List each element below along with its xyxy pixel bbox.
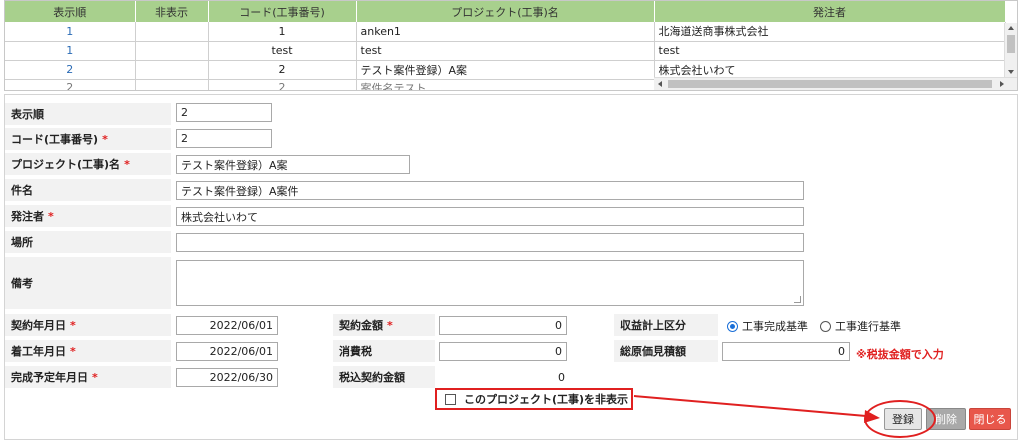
cell-project-name: anken1 <box>356 22 655 42</box>
cell-code: 2 <box>208 60 357 80</box>
scroll-thumb[interactable] <box>1007 35 1015 53</box>
label-contract-date: 契約年月日 * <box>5 314 171 336</box>
column-header-project-name[interactable]: プロジェクト(工事)名 <box>356 1 655 22</box>
cell-project-name: テスト案件登録）A案 <box>356 60 655 80</box>
cell-project-name: test <box>356 41 655 61</box>
radio-unselected-icon[interactable] <box>820 320 831 332</box>
label-project-name: プロジェクト(工事)名 * <box>5 153 171 175</box>
scroll-up-icon[interactable] <box>1008 26 1014 30</box>
scroll-left-icon[interactable] <box>658 81 662 87</box>
client-input[interactable]: 株式会社いわて <box>176 207 804 226</box>
column-header-code[interactable]: コード(工事番号) <box>208 1 357 22</box>
vertical-scrollbar[interactable] <box>1004 23 1017 77</box>
column-header-display-order[interactable]: 表示順 <box>5 1 136 22</box>
contract-amount-input[interactable]: 0 <box>439 316 567 335</box>
table-row[interactable]: 1 1 anken1 北海道送商事株式会社 <box>5 22 1006 42</box>
hide-project-label: このプロジェクト(工事)を非表示 <box>464 393 629 406</box>
delete-button[interactable]: 削除 <box>926 408 966 430</box>
required-mark: * <box>48 209 54 223</box>
table-row[interactable]: 1 test test test <box>5 41 1006 61</box>
completion-date-input[interactable]: 2022/06/30 <box>176 368 278 387</box>
scroll-right-icon[interactable] <box>1000 81 1004 87</box>
required-mark: * <box>70 344 76 358</box>
scroll-thumb[interactable] <box>668 80 992 88</box>
cell-code: test <box>208 41 357 61</box>
required-mark: * <box>102 132 108 146</box>
radio-completion-basis[interactable]: 工事完成基準 <box>727 318 808 334</box>
label-display-order: 表示順 <box>5 103 171 125</box>
save-button[interactable]: 登録 <box>884 408 922 430</box>
label-remarks: 備考 <box>5 257 171 309</box>
cell-client: test <box>654 41 1006 61</box>
close-button[interactable]: 閉じる <box>969 408 1011 430</box>
consumption-tax-input[interactable]: 0 <box>439 342 567 361</box>
required-mark: * <box>124 157 130 171</box>
label-subject: 件名 <box>5 179 171 201</box>
cell-hidden <box>135 79 209 90</box>
cell-display-order: 1 <box>5 41 136 61</box>
cell-hidden <box>135 41 209 61</box>
cell-project-name: 案件名テスト <box>356 79 655 90</box>
label-revenue-class: 収益計上区分 <box>614 314 718 336</box>
column-header-hidden[interactable]: 非表示 <box>135 1 209 22</box>
total-cost-estimate-input[interactable]: 0 <box>722 342 850 361</box>
label-code: コード(工事番号) * <box>5 128 171 150</box>
tax-exclusive-note: ※税抜金額で入力 <box>856 348 944 361</box>
required-mark: * <box>387 318 393 332</box>
cell-display-order: 2 <box>5 79 136 90</box>
label-start-date: 着工年月日 * <box>5 340 171 362</box>
label-consumption-tax: 消費税 <box>333 340 435 362</box>
label-client: 発注者 * <box>5 205 171 227</box>
tax-incl-amount-value: 0 <box>558 371 565 384</box>
label-location: 場所 <box>5 231 171 253</box>
cell-client: 北海道送商事株式会社 <box>654 22 1006 42</box>
cell-code: 2 <box>208 79 357 90</box>
code-input[interactable]: 2 <box>176 129 272 148</box>
label-total-cost-estimate: 総原価見積額 <box>614 340 718 362</box>
horizontal-scrollbar[interactable] <box>654 77 1017 90</box>
label-contract-amount: 契約金額 * <box>333 314 435 336</box>
cell-hidden <box>135 60 209 80</box>
subject-input[interactable]: テスト案件登録）A案件 <box>176 181 804 200</box>
label-completion-date: 完成予定年月日 * <box>5 366 171 388</box>
required-mark: * <box>70 318 76 332</box>
radio-selected-icon[interactable] <box>727 320 738 332</box>
cell-hidden <box>135 22 209 42</box>
project-grid: 表示順 非表示 コード(工事番号) プロジェクト(工事)名 発注者 1 1 an… <box>4 0 1018 91</box>
contract-date-input[interactable]: 2022/06/01 <box>176 316 278 335</box>
cell-display-order: 2 <box>5 60 136 80</box>
resize-grip-icon[interactable] <box>794 296 801 303</box>
cell-display-order: 1 <box>5 22 136 42</box>
project-name-input[interactable]: テスト案件登録）A案 <box>176 155 410 174</box>
checkbox-icon[interactable] <box>445 393 456 405</box>
required-mark: * <box>92 370 98 384</box>
radio-progress-basis[interactable]: 工事進行基準 <box>820 318 901 334</box>
start-date-input[interactable]: 2022/06/01 <box>176 342 278 361</box>
display-order-input[interactable]: 2 <box>176 103 272 122</box>
hide-project-checkbox[interactable]: このプロジェクト(工事)を非表示 <box>435 388 633 410</box>
location-input[interactable] <box>176 233 804 252</box>
remarks-textarea[interactable] <box>176 260 804 306</box>
column-header-client[interactable]: 発注者 <box>654 1 1006 22</box>
scroll-down-icon[interactable] <box>1008 70 1014 74</box>
label-tax-incl-amount: 税込契約金額 <box>333 366 435 388</box>
cell-code: 1 <box>208 22 357 42</box>
